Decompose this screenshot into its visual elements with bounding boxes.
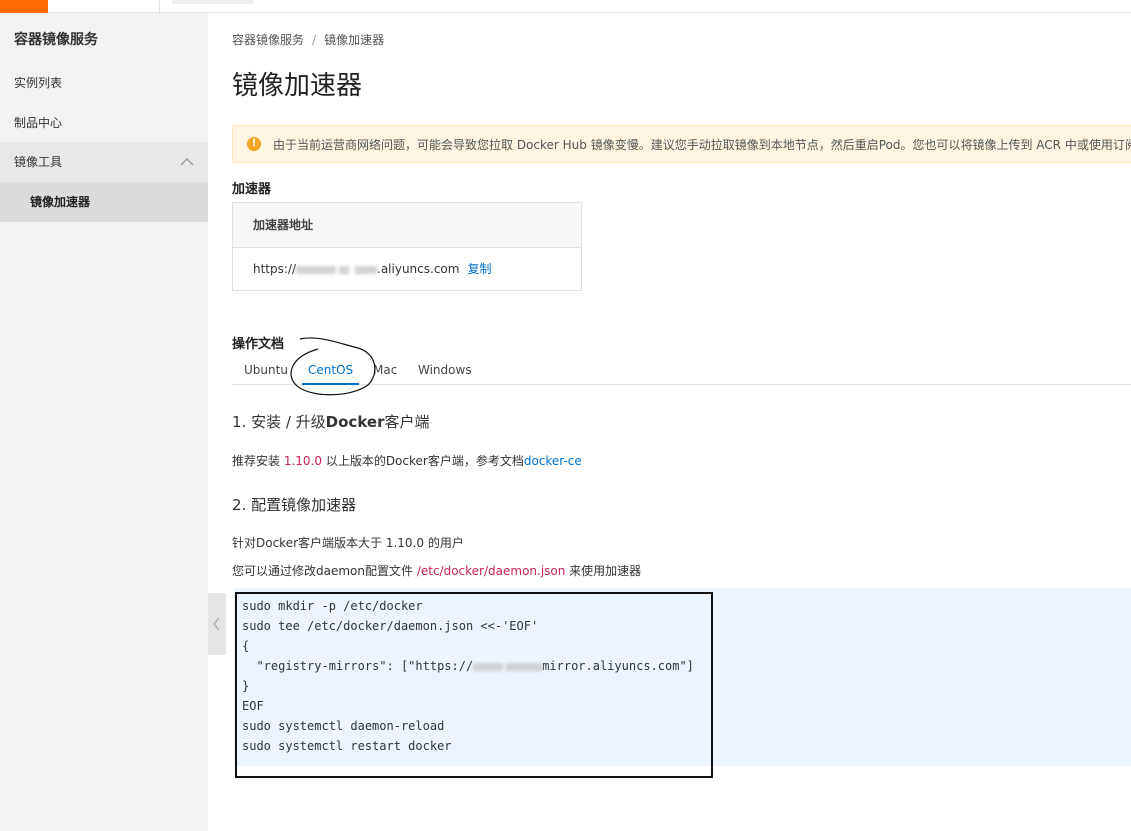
sidebar-item-label: 制品中心 [14,116,63,130]
sidebar-item-instances[interactable]: 实例列表 [0,63,208,103]
breadcrumb-separator: / [312,33,317,47]
top-bar-tab[interactable] [172,0,254,4]
tab-mac[interactable]: Mac [373,359,397,384]
sidebar-item-accelerator[interactable]: 镜像加速器 [0,182,208,222]
accelerator-url-prefix: https:// [253,262,297,276]
step1-text: 以上版本的Docker客户端，参考文档 [322,454,524,468]
breadcrumb-root[interactable]: 容器镜像服务 [232,33,304,47]
breadcrumb-current: 镜像加速器 [324,33,385,47]
os-tabs: Ubuntu CentOS Mac Windows [232,359,1131,385]
step1-title-bold: Docker [325,413,385,431]
redacted-text [296,265,337,274]
step1-title: 1. 安装 / 升级Docker客户端 [232,411,429,432]
tab-windows[interactable]: Windows [418,359,472,384]
breadcrumb: 容器镜像服务 / 镜像加速器 [232,31,384,48]
chevron-up-icon[interactable] [180,155,194,169]
annotation-box [235,592,713,778]
docs-section-title: 操作文档 [232,337,285,352]
tab-centos[interactable]: CentOS [301,359,360,385]
step2-title: 2. 配置镜像加速器 [232,496,357,514]
sidebar: 容器镜像服务 实例列表 制品中心 镜像工具 镜像加速器 [0,13,208,831]
accelerator-section-title: 加速器 [232,182,272,197]
sidebar-group-image-tools[interactable]: 镜像工具 [0,142,208,182]
top-bar-divider [159,0,160,13]
docker-ce-link[interactable]: docker-ce [524,454,582,468]
step2-text: 来使用加速器 [565,564,642,578]
accelerator-column-header: 加速器地址 [233,203,581,248]
main-content: 容器镜像服务 / 镜像加速器 镜像加速器 ! 由于当前运营商网络问题，可能会导致您拉… [208,13,1131,831]
redacted-text [339,265,350,274]
alert-message: 由于当前运营商网络问题，可能会导致您拉取 Docker Hub 镜像变慢。建议您… [273,137,1131,152]
warning-alert: ! 由于当前运营商网络问题，可能会导致您拉取 Docker Hub 镜像变慢。建… [232,125,1131,163]
step1-description: 推荐安装 1.10.0 以上版本的Docker客户端，参考文档docker-ce [232,452,582,469]
step1-text: 推荐安装 [232,454,284,468]
tab-ubuntu[interactable]: Ubuntu [244,359,288,384]
accelerator-row: https:// .aliyuncs.com 复制 [233,248,581,291]
step2-text: 您可以通过修改daemon配置文件 [232,564,417,578]
sidebar-item-label: 镜像工具 [14,155,63,169]
daemon-json-path: /etc/docker/daemon.json [416,564,566,578]
version-number: 1.10.0 [283,454,322,468]
step1-title-prefix: 1. 安装 / 升级 [232,413,326,431]
sidebar-item-artifacts[interactable]: 制品中心 [0,103,208,143]
top-bar [0,0,1131,13]
warning-icon: ! [247,137,261,151]
redacted-text [355,265,378,274]
step2-line2: 您可以通过修改daemon配置文件 /etc/docker/daemon.jso… [232,562,641,579]
accelerator-url-suffix: .aliyuncs.com [377,262,460,276]
copy-link[interactable]: 复制 [467,262,491,276]
sidebar-title: 容器镜像服务 [14,32,98,48]
sidebar-item-label: 镜像加速器 [30,195,91,209]
accelerator-table: 加速器地址 https:// .aliyuncs.com 复制 [232,202,582,291]
brand-logo[interactable] [0,0,48,13]
step2-line1: 针对Docker客户端版本大于 1.10.0 的用户 [232,536,464,550]
step1-title-suffix: 客户端 [384,413,430,431]
sidebar-item-label: 实例列表 [14,76,63,90]
page-title: 镜像加速器 [232,71,363,101]
